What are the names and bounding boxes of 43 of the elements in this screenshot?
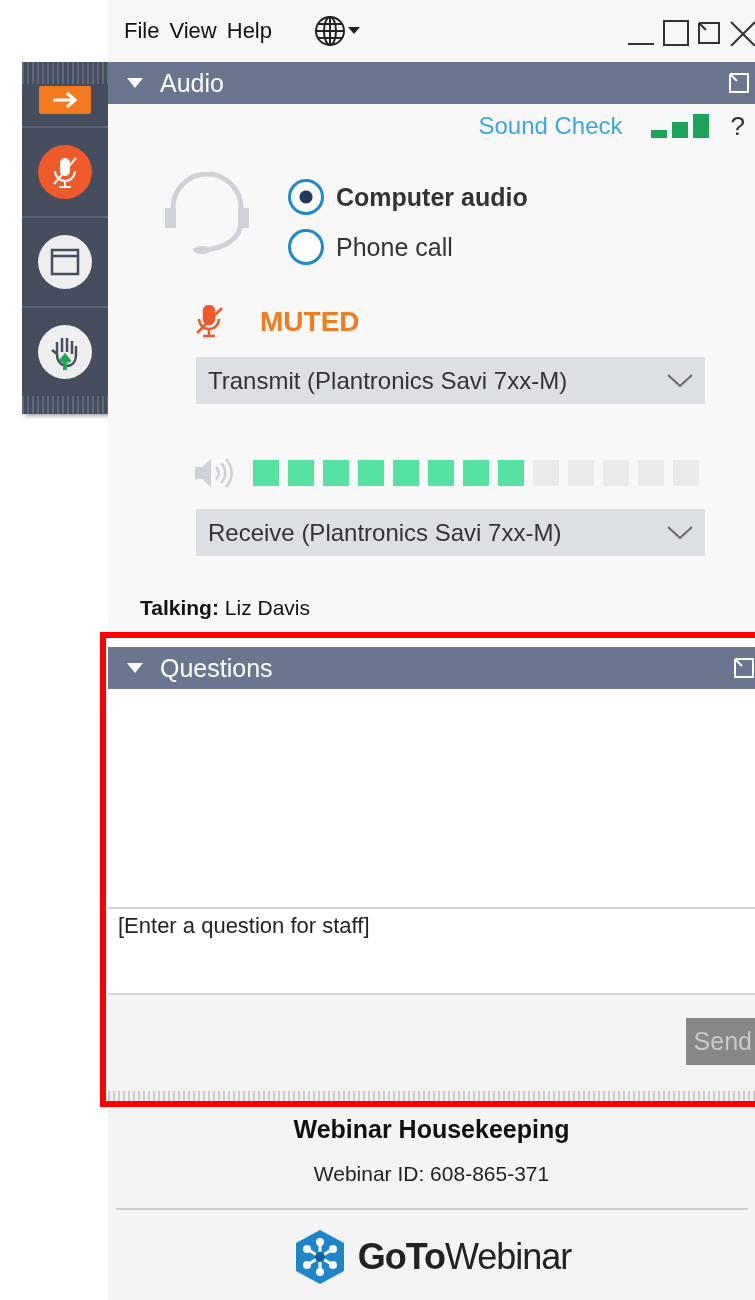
webinar-id: Webinar ID: 608-865-371 (313, 1162, 550, 1186)
radio-label[interactable]: Phone call (336, 232, 453, 262)
collapse-triangle-icon[interactable] (126, 662, 144, 674)
menu-item[interactable]: File (122, 18, 168, 44)
muted-microphone-icon (37, 144, 93, 200)
drag-grip[interactable] (22, 62, 108, 84)
maximize-icon[interactable] (663, 20, 689, 46)
logo-text: GoToWebinar (357, 1236, 572, 1278)
caret-icon[interactable] (348, 27, 360, 35)
close-icon[interactable] (729, 20, 755, 46)
resize-grip[interactable] (108, 1091, 755, 1101)
menu-item[interactable]: View (167, 18, 225, 44)
muted-microphone-icon (194, 305, 224, 339)
drag-grip[interactable] (22, 396, 108, 414)
panel-title: Questions (160, 653, 274, 683)
restore-icon[interactable] (697, 21, 721, 45)
chevron-down-icon (667, 373, 693, 388)
panel-header[interactable]: Audio (108, 62, 755, 104)
headset-icon (164, 172, 250, 254)
receive-dropdown[interactable]: Receive (Plantronics Savi 7xx-M) (196, 509, 705, 556)
help-link[interactable]: ? (730, 110, 745, 142)
panel-title: Audio (160, 68, 225, 98)
window-icon (37, 234, 93, 290)
signal-bars-icon (650, 114, 709, 138)
transmit-dropdown[interactable]: Transmit (Plantronics Savi 7xx-M) (196, 357, 705, 404)
radio-label[interactable]: Computer audio (336, 182, 528, 212)
microphone-button[interactable] (37, 144, 93, 200)
webinar-title: Webinar Housekeeping (293, 1115, 570, 1144)
globe-icon[interactable] (314, 15, 346, 47)
hand-icon (37, 324, 93, 380)
radio-button[interactable] (288, 229, 324, 265)
collapse-triangle-icon[interactable] (126, 77, 144, 89)
menu-item[interactable]: Help (224, 18, 280, 44)
talking-status: Talking: Liz Davis (140, 596, 311, 621)
window-button[interactable] (37, 234, 93, 290)
arrow-icon (51, 91, 79, 109)
chevron-down-icon (667, 525, 693, 540)
raise-hand-button[interactable] (37, 324, 93, 380)
panel-header[interactable]: Questions (108, 647, 755, 689)
radio-button[interactable] (288, 179, 324, 215)
muted-status: MUTED (260, 306, 360, 338)
collapse-button[interactable] (39, 86, 91, 114)
speaker-icon (193, 456, 233, 490)
